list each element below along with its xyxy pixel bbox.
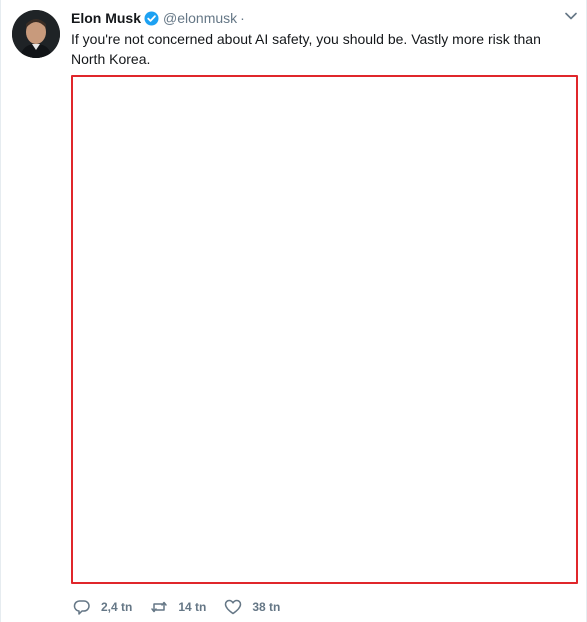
display-name[interactable]: Elon Musk xyxy=(71,10,141,26)
tweet-text: If you're not concerned about AI safety,… xyxy=(71,31,541,67)
separator-dot: · xyxy=(240,10,245,26)
heart-icon xyxy=(224,598,242,616)
user-handle[interactable]: @elonmusk xyxy=(163,10,237,26)
tweet-header: Elon Musk @elonmusk · xyxy=(71,9,245,27)
tweet-actions: 2,4 tn 14 tn 38 tn xyxy=(73,597,298,617)
avatar-image xyxy=(12,10,60,58)
verified-badge-icon xyxy=(144,11,159,26)
like-button[interactable]: 38 tn xyxy=(224,598,280,616)
reply-button[interactable]: 2,4 tn xyxy=(73,598,132,616)
reply-count: 2,4 tn xyxy=(101,600,133,614)
media-placeholder[interactable] xyxy=(71,75,578,584)
retweet-icon xyxy=(150,598,168,616)
chevron-down-icon[interactable] xyxy=(565,12,577,20)
like-count: 38 tn xyxy=(252,600,281,614)
retweet-button[interactable]: 14 tn xyxy=(150,598,206,616)
timeline-border-left xyxy=(0,0,1,622)
reply-icon xyxy=(73,598,91,616)
avatar[interactable] xyxy=(12,10,60,58)
retweet-count: 14 tn xyxy=(178,600,207,614)
